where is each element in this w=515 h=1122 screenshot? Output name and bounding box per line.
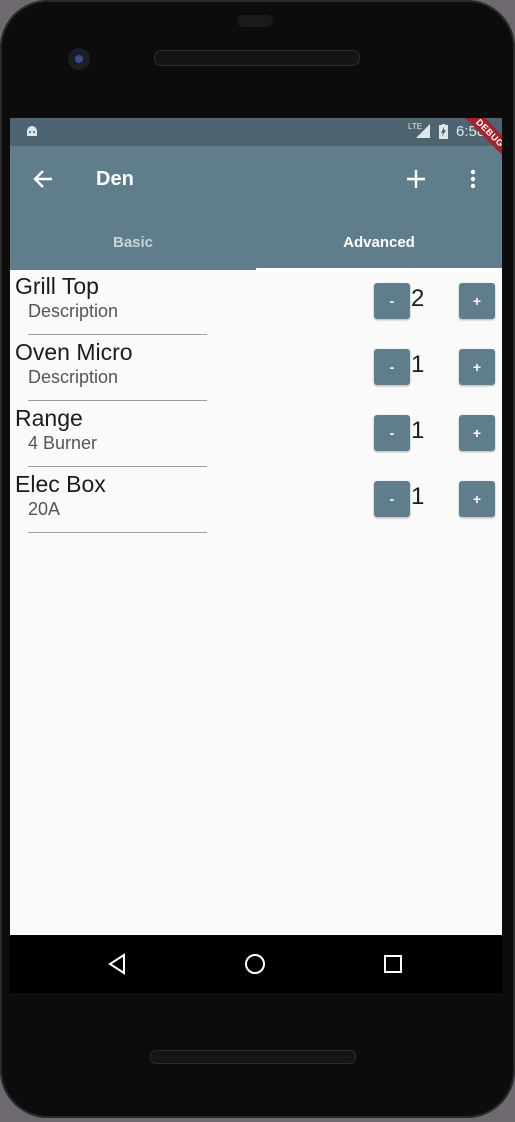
- list-item: Range 4 Burner - 1 +: [10, 403, 502, 469]
- tab-advanced[interactable]: Advanced: [256, 214, 502, 270]
- item-list: Grill Top Description - 2 + Oven Micro D…: [10, 271, 502, 535]
- more-vert-icon[interactable]: [469, 168, 477, 190]
- earpiece-speaker: [154, 50, 360, 66]
- increment-button[interactable]: +: [459, 415, 495, 451]
- quantity-value: 1: [411, 417, 425, 444]
- page-title: Den: [96, 168, 134, 190]
- divider: [28, 334, 207, 335]
- plus-icon[interactable]: [405, 168, 427, 190]
- arrow-back-icon[interactable]: [32, 168, 54, 190]
- tab-basic[interactable]: Basic: [10, 214, 256, 270]
- decrement-button[interactable]: -: [374, 481, 410, 517]
- triangle-back-icon[interactable]: [106, 953, 128, 975]
- quantity-value: 2: [411, 285, 425, 312]
- front-camera: [68, 48, 90, 70]
- android-icon: [27, 126, 37, 136]
- status-bar: LTE 6:58: [10, 118, 502, 146]
- decrement-button[interactable]: -: [374, 283, 410, 319]
- circle-home-icon[interactable]: [244, 953, 266, 975]
- item-description: Description: [28, 367, 119, 387]
- item-description: 4 Burner: [28, 433, 98, 453]
- increment-button[interactable]: +: [459, 349, 495, 385]
- item-name: Oven Micro: [15, 339, 133, 365]
- item-description: 20A: [28, 499, 61, 519]
- list-item: Grill Top Description - 2 +: [10, 271, 502, 337]
- list-item: Elec Box 20A - 1 +: [10, 469, 502, 535]
- divider: [28, 400, 207, 401]
- app-bar: Den: [10, 146, 502, 214]
- tab-bar: Basic Advanced: [10, 214, 502, 270]
- quantity-value: 1: [411, 351, 425, 378]
- list-item: Oven Micro Description - 1 +: [10, 337, 502, 403]
- battery-icon: [439, 124, 448, 139]
- divider: [28, 532, 207, 533]
- item-description: Description: [28, 301, 119, 321]
- increment-button[interactable]: +: [459, 283, 495, 319]
- bottom-speaker: [150, 1050, 356, 1064]
- item-name: Range: [15, 405, 83, 431]
- increment-button[interactable]: +: [459, 481, 495, 517]
- item-name: Grill Top: [15, 273, 99, 299]
- app-screen: LTE 6:58 Den Basic Advanced DEBUG Grill …: [10, 118, 502, 935]
- phone-frame: LTE 6:58 Den Basic Advanced DEBUG Grill …: [0, 0, 515, 1118]
- decrement-button[interactable]: -: [374, 415, 410, 451]
- system-nav-bar: [10, 935, 502, 993]
- quantity-value: 1: [411, 483, 425, 510]
- square-recents-icon[interactable]: [382, 953, 404, 975]
- signal-icon: [416, 124, 430, 138]
- item-name: Elec Box: [15, 471, 106, 497]
- decrement-button[interactable]: -: [374, 349, 410, 385]
- sensor-pill: [237, 15, 273, 27]
- divider: [28, 466, 207, 467]
